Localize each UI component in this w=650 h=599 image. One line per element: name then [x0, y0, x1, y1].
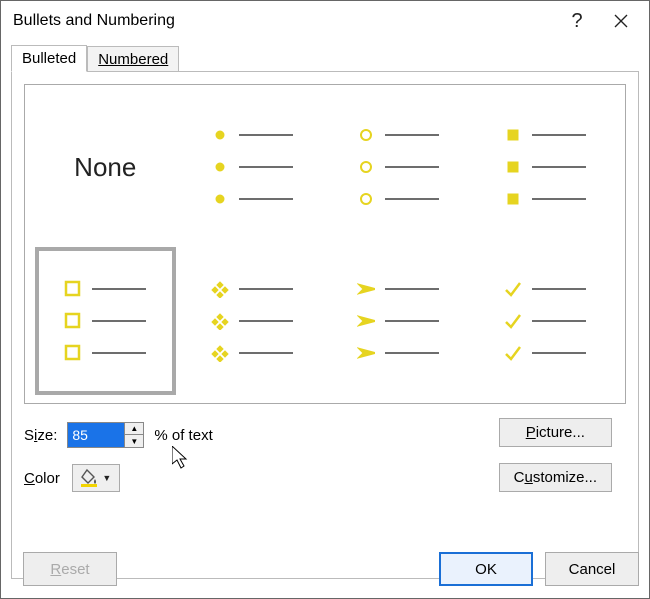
titlebar: Bullets and Numbering ?: [1, 1, 649, 41]
size-input[interactable]: [68, 423, 124, 447]
size-row: Size: ▲ ▼ % of text Picture... Customize…: [24, 422, 626, 448]
picture-button[interactable]: Picture...: [499, 418, 612, 447]
tab-strip: Bulleted Numbered: [1, 41, 649, 71]
bullet-option-check[interactable]: [475, 247, 616, 395]
close-button[interactable]: [599, 4, 643, 38]
dialog-button-bar: Reset OK Cancel: [11, 552, 639, 586]
bullet-option-circle[interactable]: [328, 93, 469, 241]
color-picker-button[interactable]: ▼: [72, 464, 120, 492]
spinner-up-button[interactable]: ▲: [125, 423, 143, 435]
bullet-option-dot[interactable]: [182, 93, 323, 241]
bullet-option-diamond-cluster[interactable]: [182, 247, 323, 395]
bullet-option-hollow-square[interactable]: [35, 247, 176, 395]
size-suffix: % of text: [154, 427, 212, 444]
dialog-window: Bullets and Numbering ? Bulleted Numbere…: [0, 0, 650, 599]
dialog-title: Bullets and Numbering: [13, 12, 555, 30]
dropdown-icon: ▼: [102, 473, 111, 483]
size-label: Size:: [24, 427, 57, 444]
color-label: Color: [24, 470, 60, 487]
customize-button[interactable]: Customize...: [499, 463, 612, 492]
cancel-button[interactable]: Cancel: [545, 552, 639, 586]
tab-bulleted[interactable]: Bulleted: [11, 45, 87, 72]
bullet-option-square[interactable]: [475, 93, 616, 241]
none-label: None: [74, 152, 136, 183]
close-icon: [614, 14, 628, 28]
size-spinner[interactable]: ▲ ▼: [67, 422, 144, 448]
tab-numbered[interactable]: Numbered: [87, 46, 179, 72]
reset-button: Reset: [23, 552, 117, 586]
spinner-down-button[interactable]: ▼: [125, 435, 143, 447]
bullet-option-none[interactable]: None: [35, 93, 176, 241]
tab-panel: None: [11, 71, 639, 579]
help-button[interactable]: ?: [555, 4, 599, 38]
paint-bucket-icon: [80, 468, 100, 488]
ok-button[interactable]: OK: [439, 552, 533, 586]
bullet-option-arrow[interactable]: [328, 247, 469, 395]
bullet-gallery: None: [24, 84, 626, 404]
